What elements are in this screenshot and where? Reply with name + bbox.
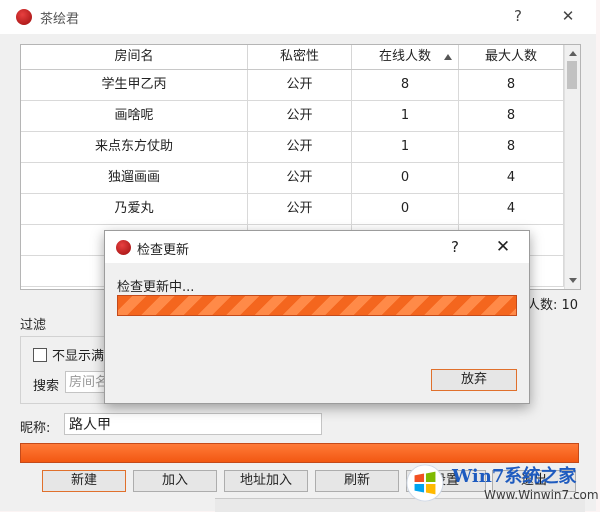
cell-online: 0 [352,163,459,194]
watermark-brand: Win7系统之家 [452,466,577,487]
watermark-url: Www.Winwin7.com [484,488,599,502]
cell-room-name: 来点东方仗助 [21,132,248,163]
cell-max: 4 [459,194,564,225]
cell-max: 8 [459,101,564,132]
column-header-room-name[interactable]: 房间名 [21,45,248,69]
nickname-input[interactable]: 路人甲 [64,413,322,435]
join-button[interactable]: 加入 [133,470,217,492]
update-dialog: 检查更新 ? ✕ 检查更新中... 放弃 [104,230,530,404]
cell-privacy: 公开 [248,132,352,163]
app-logo-icon [116,240,131,255]
refresh-button[interactable]: 刷新 [315,470,399,492]
cell-privacy: 公开 [248,194,352,225]
cell-online: 1 [352,101,459,132]
update-status-text: 检查更新中... [117,280,195,295]
hide-full-label[interactable]: 不显示满 [52,345,104,364]
table-row[interactable]: 独遛画画 公开 0 4 [21,163,564,194]
cell-online: 0 [352,194,459,225]
dialog-title: 检查更新 [137,243,190,258]
close-button[interactable]: ✕ [554,4,582,28]
cell-max: 4 [459,163,564,194]
table-row[interactable]: 来点东方仗助 公开 1 8 [21,132,564,163]
window-title: 茶绘君 [40,12,80,27]
search-label: 搜索 [33,379,60,394]
watermark: Win7系统之家 Www.Winwin7.com [404,460,599,508]
title-bar: 茶绘君 ? ✕ [0,0,596,34]
table-vertical-scrollbar[interactable] [564,45,580,289]
column-header-max[interactable]: 最大人数 [459,45,564,69]
cell-max: 8 [459,70,564,101]
hide-full-checkbox[interactable] [33,348,47,362]
cell-room-name: 独遛画画 [21,163,248,194]
new-room-button[interactable]: 新建 [42,470,126,492]
dialog-close-button[interactable]: ✕ [491,235,515,259]
column-header-online-label: 在线人数 [378,49,431,64]
column-header-privacy[interactable]: 私密性 [248,45,352,69]
cell-room-name: 画啥呢 [21,101,248,132]
table-row[interactable]: 学生甲乙丙 公开 8 8 [21,70,564,101]
cell-privacy: 公开 [248,101,352,132]
table-row[interactable]: 乃爱丸 公开 0 4 [21,194,564,225]
scroll-thumb[interactable] [567,61,577,89]
cell-room-name: 乃爱丸 [21,194,248,225]
scroll-down-arrow-icon[interactable] [569,278,577,283]
cell-online: 1 [352,132,459,163]
cell-room-name: 学生甲乙丙 [21,70,248,101]
windows-logo-icon [406,464,444,502]
help-button[interactable]: ? [504,4,532,28]
cell-max: 8 [459,132,564,163]
give-up-button[interactable]: 放弃 [431,369,517,391]
column-header-online[interactable]: 在线人数 [352,45,459,69]
app-logo-icon [16,9,32,25]
scroll-up-arrow-icon[interactable] [569,51,577,56]
table-header: 房间名 私密性 在线人数 最大人数 [21,45,564,70]
table-row[interactable]: 画啥呢 公开 1 8 [21,101,564,132]
sort-ascending-icon [444,54,452,60]
filter-label: 过滤 [20,318,47,333]
max-count-label: 人数: 10 [527,298,579,313]
cell-online: 8 [352,70,459,101]
nickname-label: 昵称: [20,421,51,436]
join-by-address-button[interactable]: 地址加入 [224,470,308,492]
cell-privacy: 公开 [248,163,352,194]
cell-privacy: 公开 [248,70,352,101]
dialog-help-button[interactable]: ? [443,235,467,259]
update-progress-bar [117,295,517,316]
dialog-title-bar: 检查更新 ? ✕ [105,231,529,263]
